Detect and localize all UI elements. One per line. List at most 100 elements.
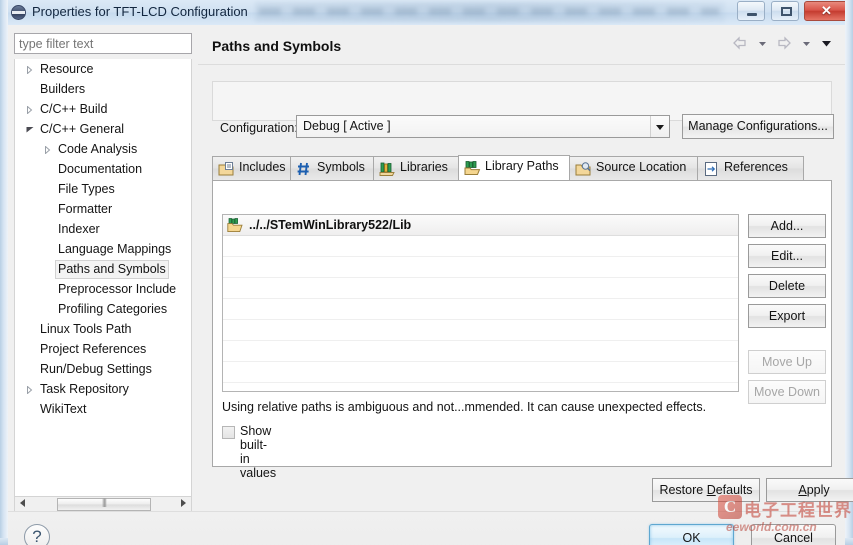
sidebar-item-label: Linux Tools Path bbox=[40, 322, 132, 336]
expand-arrow-right-icon[interactable] bbox=[26, 106, 33, 114]
sidebar-item-language-mappings[interactable]: Language Mappings bbox=[15, 239, 191, 259]
navigation-toolbar bbox=[728, 36, 833, 54]
library-path-empty-row[interactable] bbox=[223, 362, 738, 383]
move-down-button: Move Down bbox=[748, 380, 826, 404]
tab-includes[interactable]: Includes bbox=[212, 156, 291, 180]
library-path-empty-row[interactable] bbox=[223, 257, 738, 278]
expand-arrow-right-icon[interactable] bbox=[26, 66, 33, 74]
sidebar-item-formatter[interactable]: Formatter bbox=[15, 199, 191, 219]
library-path-text: ../../STemWinLibrary522/Lib bbox=[249, 218, 412, 232]
ok-button[interactable]: OK bbox=[649, 524, 734, 545]
edit-button[interactable]: Edit... bbox=[748, 244, 826, 268]
symbols-hash-icon bbox=[296, 161, 313, 177]
sidebar-item-project-references[interactable]: Project References bbox=[15, 339, 191, 359]
tab-symbols[interactable]: Symbols bbox=[290, 156, 374, 180]
library-paths-icon bbox=[464, 160, 481, 176]
sidebar-item-label: WikiText bbox=[40, 402, 87, 416]
minimize-icon bbox=[747, 13, 758, 16]
restore-defaults-label: Restore Defaults bbox=[659, 483, 753, 497]
title-bar[interactable]: Properties for TFT-LCD Configuration ✕ bbox=[0, 0, 853, 25]
sidebar-item-profiling-categories[interactable]: Profiling Categories bbox=[15, 299, 191, 319]
library-path-empty-row[interactable] bbox=[223, 320, 738, 341]
scroll-right-icon[interactable] bbox=[181, 499, 186, 507]
close-button[interactable]: ✕ bbox=[804, 1, 849, 21]
scroll-thumb[interactable] bbox=[57, 497, 151, 511]
apply-button[interactable]: Apply bbox=[766, 478, 853, 502]
tab-references[interactable]: References bbox=[697, 156, 804, 180]
maximize-icon bbox=[780, 7, 792, 16]
sidebar-item-label: Indexer bbox=[58, 222, 100, 236]
page-title: Paths and Symbols bbox=[212, 38, 342, 54]
sidebar-item-label: Paths and Symbols bbox=[55, 260, 169, 279]
delete-button[interactable]: Delete bbox=[748, 274, 826, 298]
configuration-dropdown-button[interactable] bbox=[650, 116, 669, 137]
tab-libraries[interactable]: Libraries bbox=[373, 156, 459, 180]
maximize-button[interactable] bbox=[770, 1, 799, 21]
sidebar-item-preprocessor-include[interactable]: Preprocessor Include bbox=[15, 279, 191, 299]
eclipse-icon bbox=[11, 5, 26, 20]
settings-tree[interactable]: Resource Builders C/C++ Build C/C++ General… bbox=[14, 59, 192, 497]
filter-input[interactable] bbox=[14, 33, 192, 54]
sidebar-item-label: C/C++ General bbox=[40, 122, 125, 136]
sidebar-item-label: Task Repository bbox=[40, 382, 129, 396]
show-builtin-values-checkbox[interactable] bbox=[222, 426, 235, 439]
back-menu-chevron-down-icon[interactable] bbox=[757, 36, 768, 55]
library-path-empty-row[interactable] bbox=[223, 299, 738, 320]
minimize-button[interactable] bbox=[737, 1, 766, 21]
sidebar-item-run-debug-settings[interactable]: Run/Debug Settings bbox=[15, 359, 191, 379]
window-title: Properties for TFT-LCD Configuration bbox=[32, 4, 248, 19]
configuration-label: Configuration: bbox=[220, 121, 298, 135]
configuration-selected-value: Debug [ Active ] bbox=[303, 119, 391, 133]
sidebar-item-linux-tools-path[interactable]: Linux Tools Path bbox=[15, 319, 191, 339]
question-mark-icon[interactable]: ? bbox=[24, 524, 50, 545]
scroll-left-icon[interactable] bbox=[20, 499, 25, 507]
sidebar-item-file-types[interactable]: File Types bbox=[15, 179, 191, 199]
tab-label: Includes bbox=[239, 160, 286, 174]
sidebar-item-label: Language Mappings bbox=[58, 242, 172, 256]
expand-arrow-right-icon[interactable] bbox=[44, 146, 51, 154]
show-builtin-values-label: Show built-in values bbox=[240, 424, 277, 480]
library-path-empty-row[interactable] bbox=[223, 341, 738, 362]
sidebar-item-resource[interactable]: Resource bbox=[15, 59, 191, 79]
tab-label: Library Paths bbox=[485, 159, 559, 173]
scroll-track[interactable] bbox=[31, 497, 175, 512]
dialog-content: Resource Builders C/C++ Build C/C++ General… bbox=[8, 25, 853, 545]
restore-defaults-button[interactable]: Restore Defaults bbox=[652, 478, 760, 502]
configuration-select[interactable]: Debug [ Active ] bbox=[296, 115, 670, 138]
expand-arrow-down-icon[interactable] bbox=[26, 126, 34, 133]
tab-source-location[interactable]: Source Location bbox=[569, 156, 698, 180]
sidebar-item-documentation[interactable]: Documentation bbox=[15, 159, 191, 179]
add-button[interactable]: Add... bbox=[748, 214, 826, 238]
sidebar-item-label: Documentation bbox=[58, 162, 143, 176]
libraries-books-icon bbox=[379, 161, 396, 177]
back-arrow-icon[interactable] bbox=[732, 36, 748, 55]
forward-menu-chevron-down-icon[interactable] bbox=[801, 36, 812, 55]
view-menu-chevron-down-icon[interactable] bbox=[820, 36, 833, 55]
chevron-down-icon bbox=[656, 125, 664, 130]
library-folder-icon bbox=[227, 218, 245, 233]
sidebar-item-task-repository[interactable]: Task Repository bbox=[15, 379, 191, 399]
move-up-button: Move Up bbox=[748, 350, 826, 374]
cancel-button[interactable]: Cancel bbox=[751, 524, 836, 545]
library-paths-list[interactable]: ../../STemWinLibrary522/Lib bbox=[222, 214, 739, 392]
sidebar-item-wikitext[interactable]: WikiText bbox=[15, 399, 191, 419]
sidebar-item-label: Builders bbox=[40, 82, 86, 96]
tab-label: Libraries bbox=[400, 160, 448, 174]
library-path-empty-row[interactable] bbox=[223, 278, 738, 299]
sidebar-item-builders[interactable]: Builders bbox=[15, 79, 191, 99]
sidebar-item-c-c-general[interactable]: C/C++ General bbox=[15, 119, 191, 139]
sidebar-item-label: Profiling Categories bbox=[58, 302, 168, 316]
library-path-empty-row[interactable] bbox=[223, 383, 738, 391]
export-button[interactable]: Export bbox=[748, 304, 826, 328]
library-path-row[interactable]: ../../STemWinLibrary522/Lib bbox=[223, 215, 738, 236]
sidebar-item-indexer[interactable]: Indexer bbox=[15, 219, 191, 239]
sidebar-item-code-analysis[interactable]: Code Analysis bbox=[15, 139, 191, 159]
manage-configurations-button[interactable]: Manage Configurations... bbox=[682, 114, 834, 139]
window-border-left bbox=[0, 0, 8, 545]
sidebar-item-paths-and-symbols[interactable]: Paths and Symbols bbox=[15, 259, 191, 279]
forward-arrow-icon[interactable] bbox=[776, 36, 792, 55]
sidebar-item-c-c-build[interactable]: C/C++ Build bbox=[15, 99, 191, 119]
tab-library-paths[interactable]: Library Paths bbox=[458, 155, 570, 180]
library-path-empty-row[interactable] bbox=[223, 236, 738, 257]
expand-arrow-right-icon[interactable] bbox=[26, 386, 33, 394]
